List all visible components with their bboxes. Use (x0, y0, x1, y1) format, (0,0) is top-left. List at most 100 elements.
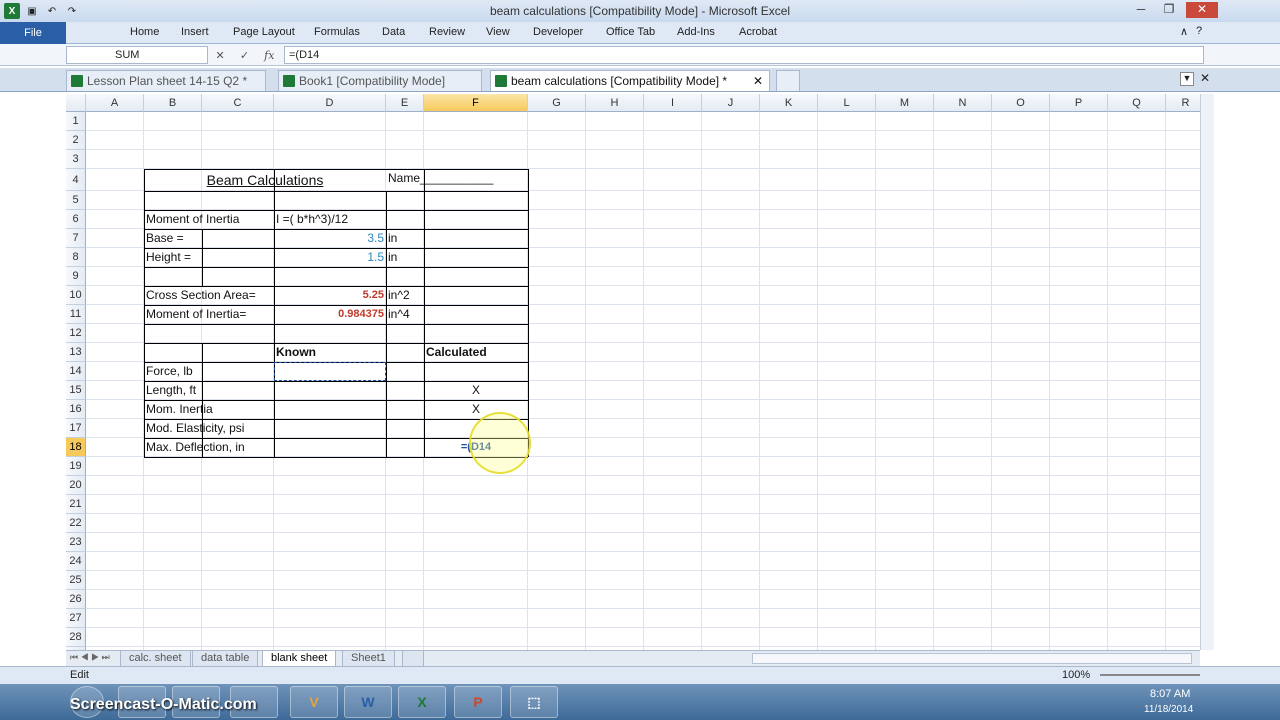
row-header-7[interactable]: 7 (66, 229, 86, 248)
cell-height-value[interactable]: 1.5 (274, 248, 386, 267)
cell-force-label[interactable]: Force, lb (144, 362, 195, 381)
ribbon-minimize-icon[interactable]: ∧ (1180, 25, 1188, 38)
cell-name-label[interactable]: Name___________ (386, 169, 526, 191)
row-header-18[interactable]: 18 (66, 438, 86, 457)
row-header-10[interactable]: 10 (66, 286, 86, 305)
doc-tab-book1[interactable]: Book1 [Compatibility Mode] (278, 70, 482, 91)
tab-view[interactable]: View (486, 26, 510, 38)
name-box[interactable]: SUM (66, 46, 208, 64)
cell-area-value[interactable]: 5.25 (274, 286, 386, 305)
column-header-P[interactable]: P (1050, 94, 1108, 112)
formula-input[interactable]: =(D14 (284, 46, 1204, 64)
cell-base-unit[interactable]: in (386, 229, 399, 248)
cell-base-value[interactable]: 3.5 (274, 229, 386, 248)
column-header-G[interactable]: G (528, 94, 586, 112)
row-header-11[interactable]: 11 (66, 305, 86, 324)
cell-area-unit[interactable]: in^2 (386, 286, 412, 305)
restore-icon[interactable]: ❐ (1156, 2, 1182, 18)
horizontal-scrollbar[interactable] (752, 653, 1192, 664)
column-header-H[interactable]: H (586, 94, 644, 112)
row-header-25[interactable]: 25 (66, 571, 86, 590)
row-header-26[interactable]: 26 (66, 590, 86, 609)
row-header-6[interactable]: 6 (66, 210, 86, 229)
column-header-O[interactable]: O (992, 94, 1050, 112)
excel-icon[interactable]: X (398, 686, 446, 718)
tab-home[interactable]: Home (130, 26, 159, 38)
cell-calculated-header[interactable]: Calculated (424, 343, 489, 362)
sheet-tab-calc[interactable]: calc. sheet (120, 651, 191, 667)
sheet-nav-icon[interactable]: ⏮ ◀ ▶ ⏭ (70, 652, 110, 663)
row-header-9[interactable]: 9 (66, 267, 86, 286)
cell-elastic-label[interactable]: Mod. Elasticity, psi (144, 419, 246, 438)
cell-moi2-label[interactable]: Moment of Inertia= (144, 305, 248, 324)
row-header-16[interactable]: 16 (66, 400, 86, 419)
taskbar-v-icon[interactable]: V (290, 686, 338, 718)
row-header-2[interactable]: 2 (66, 131, 86, 150)
cell-deflection-label[interactable]: Max. Deflection, in (144, 438, 247, 457)
insert-sheet-icon[interactable] (402, 651, 424, 667)
row-header-15[interactable]: 15 (66, 381, 86, 400)
zoom-level[interactable]: 100% (1062, 669, 1090, 681)
column-header-K[interactable]: K (760, 94, 818, 112)
doc-tab-beam-calculations[interactable]: beam calculations [Compatibility Mode] *… (490, 70, 770, 91)
cell-beam-title[interactable]: Beam Calculations (144, 169, 386, 191)
tab-review[interactable]: Review (429, 26, 465, 38)
tab-add-ins[interactable]: Add-Ins (677, 26, 715, 38)
row-header-20[interactable]: 20 (66, 476, 86, 495)
screen-capture-icon[interactable]: ⬚ (510, 686, 558, 718)
row-header-23[interactable]: 23 (66, 533, 86, 552)
tab-page-layout[interactable]: Page Layout (233, 26, 295, 38)
sheet-tab-blank[interactable]: blank sheet (262, 651, 337, 667)
column-header-J[interactable]: J (702, 94, 760, 112)
zoom-slider[interactable] (1100, 674, 1200, 676)
row-header-1[interactable]: 1 (66, 112, 86, 131)
spreadsheet-grid[interactable]: A B C D E F G H I J K L M N O P Q R 1 2 3 4 5 6 7 8 9 10 11 12 13 14 15 1… (66, 94, 1206, 666)
cell-length-x[interactable]: X (424, 381, 528, 400)
tab-insert[interactable]: Insert (181, 26, 209, 38)
cancel-icon[interactable]: ✕ (216, 49, 225, 62)
vertical-scrollbar[interactable] (1200, 94, 1214, 650)
row-header-3[interactable]: 3 (66, 150, 86, 169)
help-icon[interactable]: ? (1196, 25, 1202, 37)
cell-length-label[interactable]: Length, ft (144, 381, 198, 400)
column-header-L[interactable]: L (818, 94, 876, 112)
tab-office-tab[interactable]: Office Tab (606, 26, 655, 38)
tab-acrobat[interactable]: Acrobat (739, 26, 777, 38)
row-header-14[interactable]: 14 (66, 362, 86, 381)
row-header-5[interactable]: 5 (66, 191, 86, 210)
row-header-28[interactable]: 28 (66, 628, 86, 647)
select-all-corner[interactable] (66, 94, 86, 112)
cell-moi-label[interactable]: Moment of Inertia (144, 210, 241, 229)
row-header-24[interactable]: 24 (66, 552, 86, 571)
close-tab-icon[interactable]: ✕ (753, 71, 763, 91)
row-header-17[interactable]: 17 (66, 419, 86, 438)
row-header-22[interactable]: 22 (66, 514, 86, 533)
cell-moi2-unit[interactable]: in^4 (386, 305, 412, 324)
tab-developer[interactable]: Developer (533, 26, 583, 38)
row-header-21[interactable]: 21 (66, 495, 86, 514)
column-header-I[interactable]: I (644, 94, 702, 112)
word-icon[interactable]: W (344, 686, 392, 718)
tab-data[interactable]: Data (382, 26, 405, 38)
powerpoint-icon[interactable]: P (454, 686, 502, 718)
close-workbook-icon[interactable]: ✕ (1200, 71, 1210, 85)
column-header-M[interactable]: M (876, 94, 934, 112)
column-header-A[interactable]: A (86, 94, 144, 112)
sheet-tab-sheet1[interactable]: Sheet1 (342, 651, 395, 667)
row-header-19[interactable]: 19 (66, 457, 86, 476)
new-tab-button[interactable] (776, 70, 800, 91)
row-header-12[interactable]: 12 (66, 324, 86, 343)
row-header-13[interactable]: 13 (66, 343, 86, 362)
column-header-N[interactable]: N (934, 94, 992, 112)
cell-known-header[interactable]: Known (274, 343, 318, 362)
column-header-Q[interactable]: Q (1108, 94, 1166, 112)
cell-moi2-value[interactable]: 0.984375 (274, 305, 386, 324)
cell-height-unit[interactable]: in (386, 248, 399, 267)
row-header-8[interactable]: 8 (66, 248, 86, 267)
column-header-C[interactable]: C (202, 94, 274, 112)
minimize-icon[interactable]: ─ (1128, 2, 1154, 18)
column-header-B[interactable]: B (144, 94, 202, 112)
cell-mom-label[interactable]: Mom. Inertia (144, 400, 215, 419)
sheet-tab-data-table[interactable]: data table (192, 651, 259, 667)
column-header-D[interactable]: D (274, 94, 386, 112)
